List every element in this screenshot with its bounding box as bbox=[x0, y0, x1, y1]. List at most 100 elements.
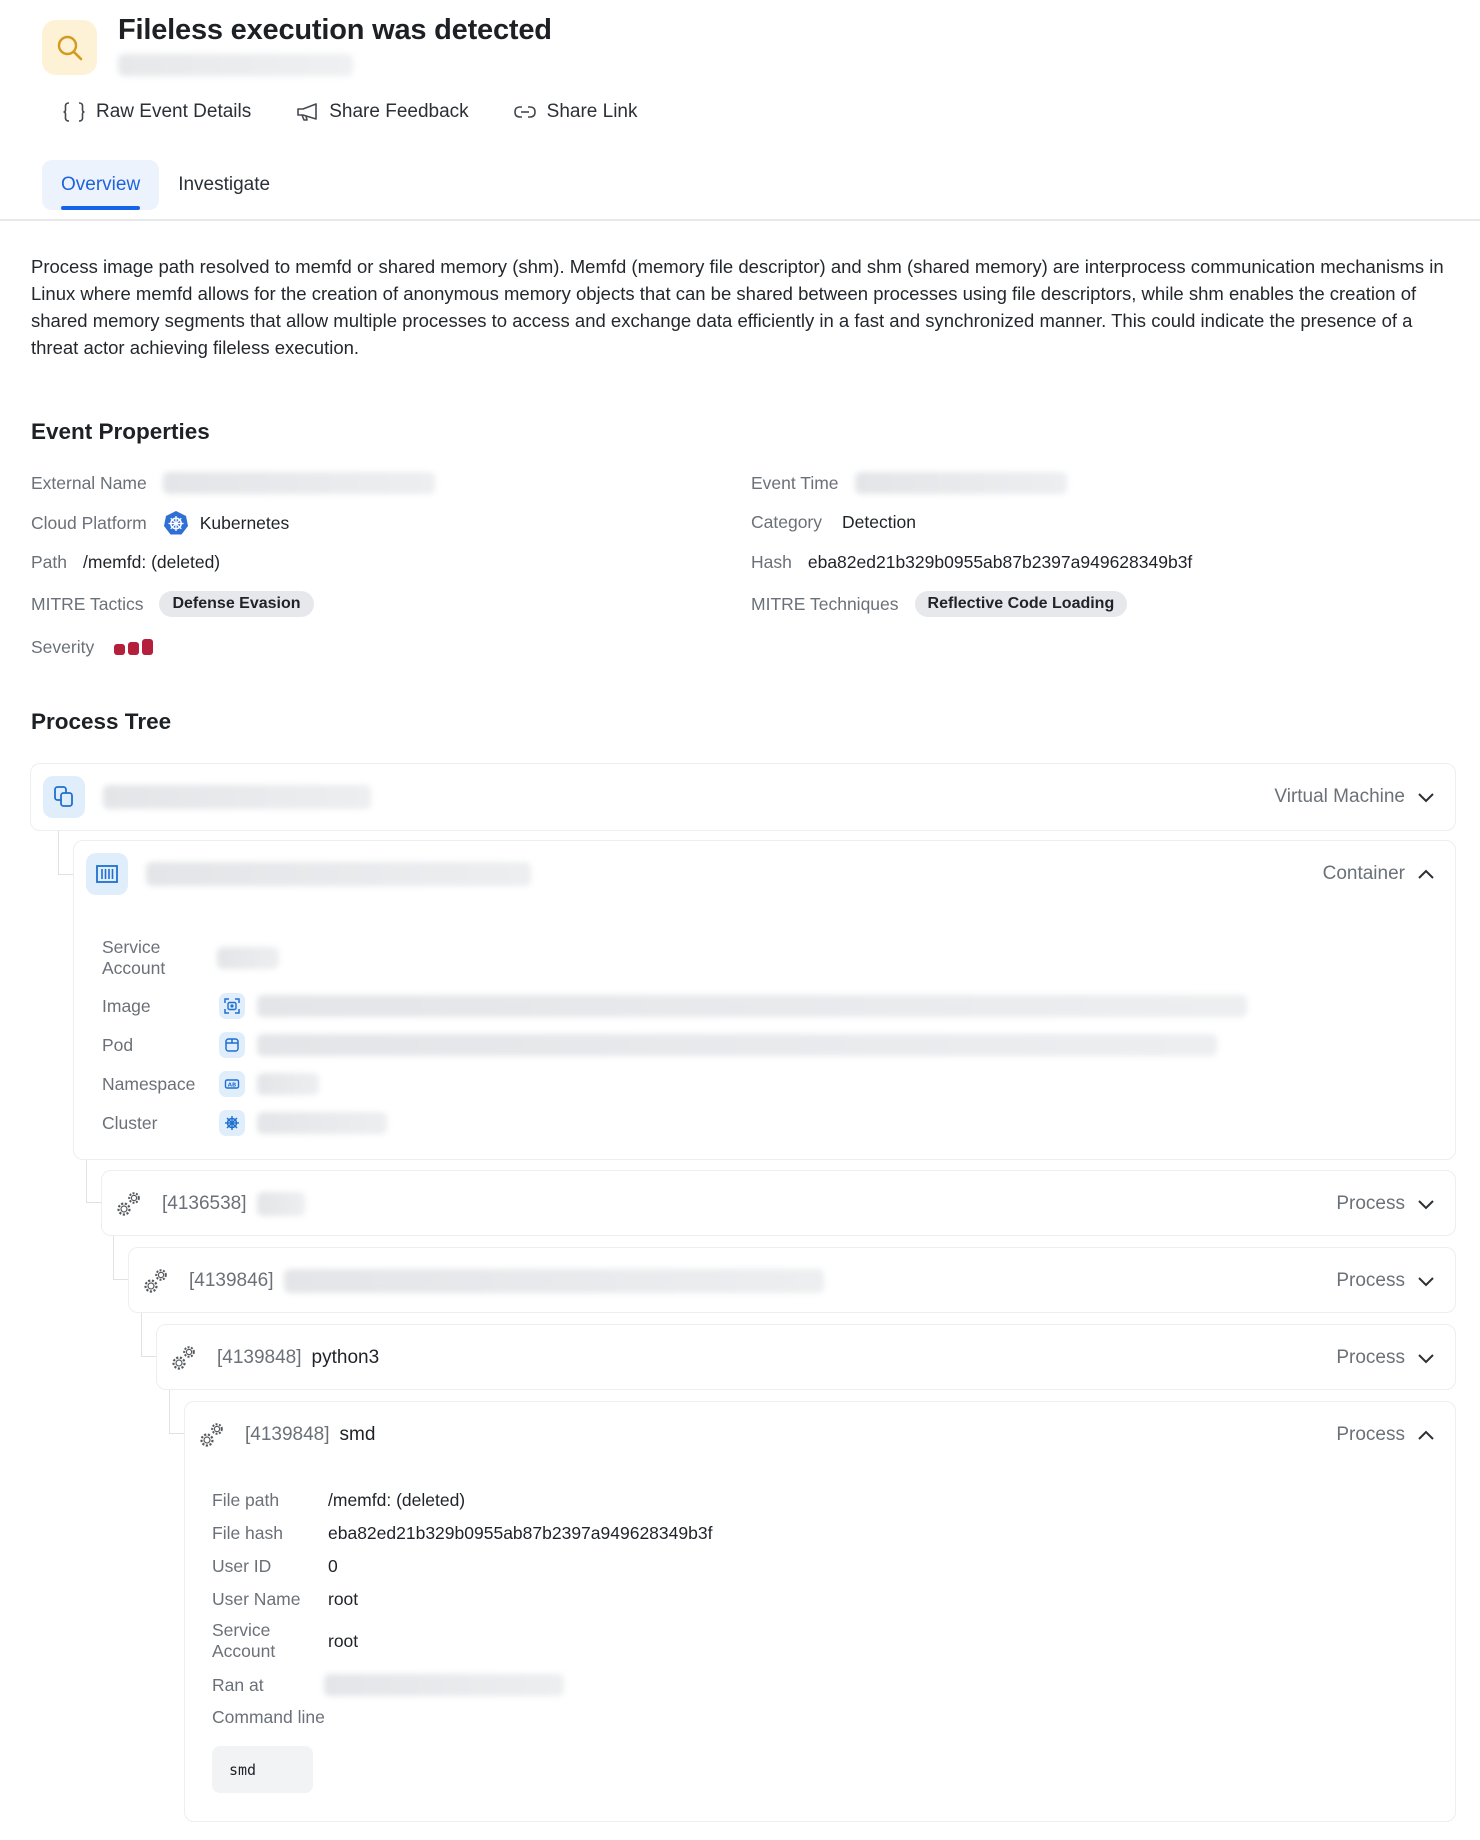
process-header[interactable]: [4139848] smd Process bbox=[185, 1402, 1455, 1468]
pod-icon-badge bbox=[219, 1032, 245, 1058]
process-header[interactable]: [4139846] Process bbox=[129, 1248, 1455, 1314]
mitre-technique-pill[interactable]: Reflective Code Loading bbox=[914, 591, 1128, 617]
tree-node-virtual-machine[interactable]: Virtual Machine bbox=[30, 763, 1456, 831]
event-description: Process image path resolved to memfd or … bbox=[31, 256, 1444, 358]
cloud-platform-label: Cloud Platform bbox=[31, 512, 147, 533]
user-id-value: 0 bbox=[328, 1556, 338, 1576]
share-link-label: Share Link bbox=[546, 101, 638, 122]
vm-kind-label: Virtual Machine bbox=[1274, 786, 1405, 807]
process-name-redacted bbox=[256, 1192, 305, 1216]
process-expand-toggle[interactable]: Process bbox=[1336, 1424, 1435, 1446]
ran-at-value-redacted bbox=[324, 1674, 564, 1696]
process-kind-label: Process bbox=[1336, 1193, 1405, 1214]
tree-node-process[interactable]: [4136538] Process bbox=[101, 1170, 1456, 1236]
external-name-label: External Name bbox=[31, 472, 147, 493]
detail-service-account: Service Account root bbox=[212, 1620, 472, 1662]
page-title: Fileless execution was detected bbox=[118, 14, 552, 46]
kubernetes-icon bbox=[163, 511, 188, 535]
tree-connector bbox=[113, 1236, 128, 1280]
vm-icon-badge bbox=[43, 776, 85, 818]
process-header[interactable]: [4136538] Process bbox=[102, 1171, 1455, 1237]
image-scan-icon bbox=[224, 998, 240, 1014]
virtual-machine-icon bbox=[54, 786, 73, 807]
tree-node-process: [4139848] smd Process bbox=[184, 1401, 1456, 1822]
tree-connector bbox=[141, 1313, 156, 1357]
tab-investigate[interactable]: Investigate bbox=[159, 160, 289, 210]
chevron-up-icon bbox=[1418, 869, 1434, 879]
path-label: Path bbox=[31, 551, 67, 572]
raw-event-details-button[interactable]: Raw Event Details bbox=[62, 101, 251, 123]
container-header[interactable]: Container bbox=[74, 841, 1455, 907]
gears-icon bbox=[144, 1269, 167, 1293]
cluster-value-redacted bbox=[257, 1112, 387, 1134]
process-pid: [4136538] bbox=[162, 1193, 247, 1214]
namespace-label: Namespace bbox=[102, 1073, 196, 1094]
path-value: /memfd: (deleted) bbox=[83, 551, 221, 572]
process-icon bbox=[141, 1266, 171, 1296]
kubernetes-helm-icon bbox=[225, 1116, 239, 1130]
file-path-value: /memfd: (deleted) bbox=[328, 1490, 466, 1510]
detail-command-line-label-row: Command line bbox=[212, 1707, 372, 1728]
gears-icon bbox=[117, 1192, 140, 1216]
detail-file-path: File path /memfd: (deleted) bbox=[212, 1490, 465, 1511]
pod-icon bbox=[225, 1038, 239, 1052]
process-kind-label: Process bbox=[1336, 1347, 1405, 1368]
tree-node-process[interactable]: [4139848] python3 Process bbox=[156, 1324, 1456, 1390]
process-header[interactable]: [4139848] python3 Process bbox=[157, 1325, 1455, 1391]
megaphone-icon bbox=[297, 103, 318, 121]
prop-path: Path /memfd: (deleted) bbox=[31, 547, 220, 577]
container-collapse-toggle[interactable]: Container bbox=[1323, 863, 1435, 885]
detail-file-hash: File hash eba82ed21b329b0955ab87b2397a94… bbox=[212, 1523, 712, 1544]
detail-user-name: User Name root bbox=[212, 1589, 358, 1610]
chevron-down-icon bbox=[1418, 793, 1434, 803]
chevron-down-icon bbox=[1418, 1354, 1434, 1364]
process-pid: [4139848] bbox=[245, 1424, 330, 1445]
process-icon bbox=[169, 1343, 199, 1373]
external-name-value-redacted bbox=[162, 472, 435, 494]
vm-name-redacted bbox=[103, 785, 371, 809]
gears-icon bbox=[172, 1346, 195, 1370]
tab-overview[interactable]: Overview bbox=[42, 160, 160, 210]
prop-external-name: External Name bbox=[31, 468, 435, 498]
detail-user-id: User ID 0 bbox=[212, 1556, 338, 1577]
hash-value: eba82ed21b329b0955ab87b2397a949628349b3f bbox=[807, 551, 1193, 572]
namespace-value-redacted bbox=[257, 1073, 319, 1095]
event-time-label: Event Time bbox=[751, 472, 839, 493]
process-expand-toggle[interactable]: Process bbox=[1336, 1193, 1435, 1215]
container-service-account: Service Account bbox=[102, 937, 279, 979]
process-pid: [4139848] bbox=[217, 1347, 302, 1368]
ran-at-label: Ran at bbox=[212, 1674, 264, 1695]
vm-expand-toggle[interactable]: Virtual Machine bbox=[1274, 786, 1435, 808]
share-feedback-button[interactable]: Share Feedback bbox=[295, 101, 469, 123]
image-value-redacted bbox=[257, 995, 1247, 1017]
file-hash-label: File hash bbox=[212, 1523, 284, 1543]
severity-bar bbox=[128, 642, 140, 655]
process-tree-heading: Process Tree bbox=[31, 709, 172, 734]
mitre-tactic-pill[interactable]: Defense Evasion bbox=[159, 591, 314, 617]
prop-mitre-techniques: MITRE Techniques Reflective Code Loading bbox=[751, 589, 1128, 619]
event-timestamp-redacted bbox=[118, 54, 353, 76]
prop-event-time: Event Time bbox=[751, 468, 1067, 498]
process-expand-toggle[interactable]: Process bbox=[1336, 1270, 1435, 1292]
container-icon-badge bbox=[86, 853, 128, 895]
svg-text:AB: AB bbox=[228, 1082, 236, 1088]
cluster-icon-badge bbox=[219, 1110, 245, 1136]
image-icon-badge bbox=[219, 993, 245, 1019]
user-name-label: User Name bbox=[212, 1589, 301, 1609]
pod-value-redacted bbox=[257, 1034, 1217, 1056]
hash-label: Hash bbox=[751, 551, 792, 572]
detection-icon-badge bbox=[42, 20, 97, 75]
tree-node-process[interactable]: [4139846] Process bbox=[128, 1247, 1456, 1313]
tree-connector bbox=[169, 1390, 184, 1434]
namespace-icon: AB bbox=[224, 1079, 240, 1089]
prop-category: Category Detection bbox=[751, 507, 916, 537]
container-namespace: Namespace AB bbox=[102, 1071, 319, 1097]
severity-bar bbox=[142, 639, 154, 655]
process-name: python3 bbox=[311, 1347, 380, 1368]
chevron-up-icon bbox=[1418, 1430, 1434, 1440]
service-account-label: Service Account bbox=[102, 937, 166, 978]
share-link-button[interactable]: Share Link bbox=[513, 101, 638, 123]
process-expand-toggle[interactable]: Process bbox=[1336, 1347, 1435, 1369]
category-value: Detection bbox=[842, 511, 916, 532]
braces-icon bbox=[63, 102, 85, 122]
